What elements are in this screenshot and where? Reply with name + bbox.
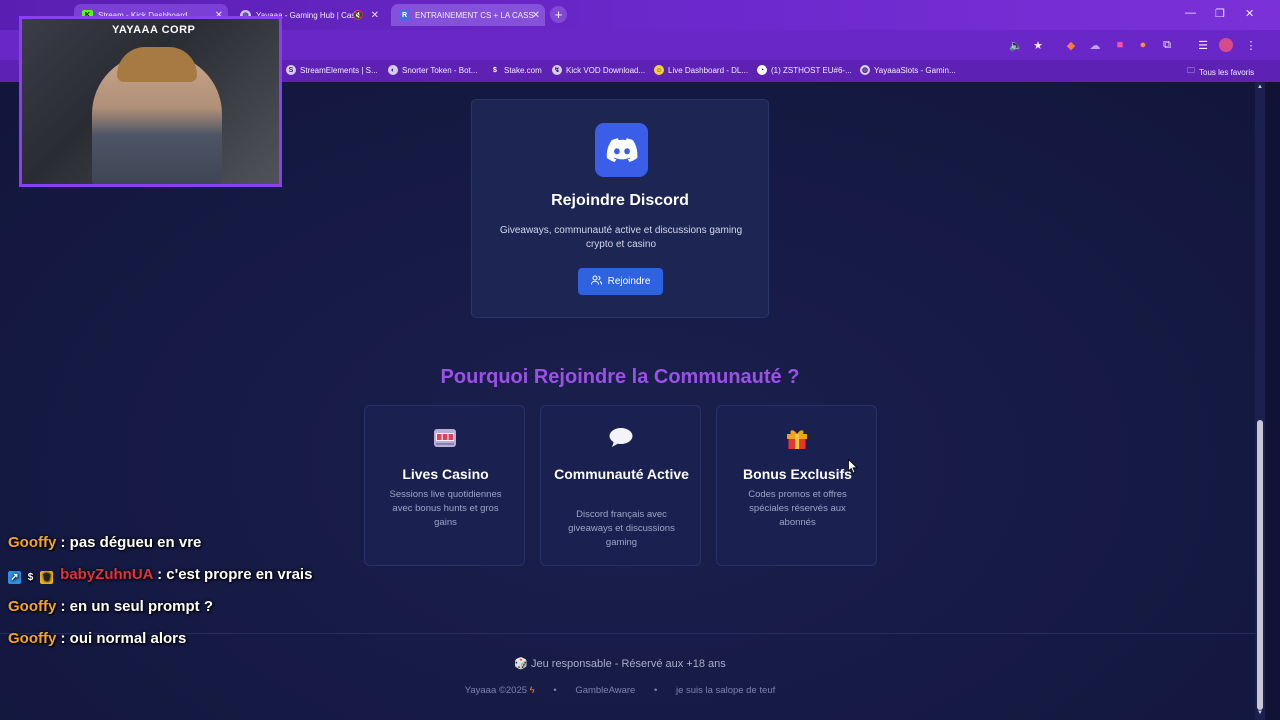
chat-message: Gooffy : en un seul prompt ? (8, 598, 213, 615)
snorter-icon: ◐ (388, 65, 398, 75)
extension-fox-icon[interactable]: ◆ (1064, 38, 1078, 52)
chat-text: : en un seul prompt ? (56, 598, 213, 615)
bookmark-live-dashboard[interactable]: ☺ Live Dashboard - DL... (654, 65, 748, 75)
footer-link-2[interactable]: je suis la salope de teuf (676, 685, 775, 696)
extension-pink-icon[interactable]: ■ (1113, 38, 1127, 52)
bookmark-label: StreamElements | S... (300, 65, 378, 75)
star-icon[interactable]: ★ (1031, 38, 1045, 52)
kick-vod-icon: ↯ (552, 65, 562, 75)
zsthost-icon: ◔ (757, 65, 767, 75)
bookmark-label: Snorter Token - Bot... (402, 65, 478, 75)
lightning-icon: ϟ (529, 685, 535, 696)
bookmark-kick-vod[interactable]: ↯ Kick VOD Download... (552, 65, 645, 75)
feature-description: Codes promos et offres spéciales réservé… (748, 489, 847, 528)
responsible-gaming-notice: 🎲 Jeu responsable - Réservé aux +18 ans (514, 658, 726, 670)
chat-username: Gooffy (8, 598, 57, 615)
speech-bubble-icon (541, 426, 700, 450)
gift-icon (717, 426, 876, 450)
feature-description: Discord français avec giveaways et discu… (568, 509, 675, 548)
scroll-up-icon[interactable]: ▲ (1256, 84, 1264, 90)
streamelements-icon: S (286, 65, 296, 75)
feature-card-bonus-exclusifs: Bonus Exclusifs Codes promos et offres s… (716, 405, 877, 566)
bookmark-streamelements[interactable]: S StreamElements | S... (286, 65, 378, 75)
feature-card-lives-casino: Lives Casino Sessions live quotidiennes … (364, 405, 525, 566)
discord-icon (595, 123, 648, 177)
muted-icon[interactable]: 🔇 (353, 10, 364, 21)
bookmark-label: (1) ZSTHOST EU#6-... (771, 65, 852, 75)
chat-username: babyZuhnUA (60, 566, 153, 583)
webcam-label: YAYAAA CORP (112, 24, 196, 36)
discord-title: Rejoindre Discord (551, 192, 689, 209)
chat-message: Gooffy : oui normal alors (8, 630, 186, 647)
feature-title: Lives Casino (402, 466, 489, 482)
webcam-overlay: YAYAAA CORP (19, 16, 282, 187)
feature-card-communaute-active: Communauté Active Discord français avec … (540, 405, 701, 566)
mute-icon[interactable]: 🔈 (1009, 38, 1023, 52)
folder-icon: 🗀 (1187, 66, 1195, 75)
badge-crown-icon: ♛ (40, 571, 53, 584)
tab-title: ENTRAINEMENT CS + LA CASS (415, 10, 534, 20)
menu-dots-icon[interactable]: ⋮ (1244, 38, 1258, 52)
close-icon[interactable]: ✕ (532, 10, 540, 21)
bullet-separator: • (653, 685, 658, 696)
dlive-icon: ☺ (654, 65, 664, 75)
chat-text: : oui normal alors (56, 630, 187, 647)
extensions-puzzle-icon[interactable]: ⧉ (1160, 38, 1174, 52)
r-icon: R (399, 9, 410, 21)
scroll-down-icon[interactable]: ▼ (1256, 710, 1264, 716)
why-join-heading: Pourquoi Rejoindre la Communauté ? (440, 366, 800, 388)
minimize-icon[interactable]: — (1185, 7, 1196, 19)
profile-avatar[interactable] (1219, 38, 1233, 52)
chat-message: ↗ $ ♛ babyZuhnUA : c'est propre en vrais (8, 566, 312, 584)
bookmark-zsthost[interactable]: ◔ (1) ZSTHOST EU#6-... (757, 65, 852, 75)
right-edge (1265, 82, 1280, 720)
bookmark-label: YayaaaSlots - Gamin... (874, 65, 956, 75)
scrollbar-thumb[interactable] (1257, 420, 1263, 710)
chat-username: Gooffy (8, 534, 57, 551)
restore-icon[interactable]: ❐ (1215, 7, 1225, 20)
feature-description: Sessions live quotidiennes avec bonus hu… (389, 489, 502, 528)
mouse-cursor-icon (848, 459, 858, 474)
footer-divider (0, 633, 1255, 634)
streamer-hair (117, 47, 197, 82)
page-scrollbar[interactable]: ▲ ▼ (1255, 82, 1265, 720)
bookmark-label: Kick VOD Download... (566, 65, 646, 75)
bookmark-snorter[interactable]: ◐ Snorter Token - Bot... (388, 65, 477, 75)
badge-dollar-icon: $ (27, 572, 34, 583)
extension-cloud-icon[interactable]: ☁ (1088, 38, 1102, 52)
users-icon (590, 275, 602, 288)
close-icon[interactable]: ✕ (371, 10, 379, 21)
bookmark-label: Live Dashboard - DL... (668, 65, 749, 75)
badge-arrow-icon: ↗ (8, 571, 21, 584)
copyright: Yayaaa ©2025 ϟ (465, 685, 535, 696)
footer-links: Yayaaa ©2025 ϟ • GambleAware • je suis l… (0, 685, 1240, 696)
bookmark-yayaaaslots[interactable]: ◍ YayaaaSlots - Gamin... (860, 65, 956, 75)
chat-username: Gooffy (8, 630, 57, 647)
slot-machine-icon (365, 426, 524, 450)
reading-list-icon[interactable]: ☰ (1196, 38, 1210, 52)
gambleaware-link[interactable]: GambleAware (575, 685, 635, 696)
copyright-text: Yayaaa ©2025 (464, 685, 528, 696)
feature-title: Communauté Active (554, 466, 689, 482)
join-discord-button[interactable]: Rejoindre (578, 268, 663, 295)
bookmark-label: Stake.com (504, 65, 542, 75)
new-tab-button[interactable]: + (550, 6, 567, 23)
all-favorites-label: Tous les favoris (1199, 67, 1255, 77)
bookmark-stake[interactable]: $ Stake.com (490, 65, 542, 75)
discord-card: Rejoindre Discord Giveaways, communauté … (471, 99, 769, 318)
join-button-label: Rejoindre (607, 276, 651, 287)
chat-text: : c'est propre en vrais (152, 566, 313, 583)
extension-orange-icon[interactable]: ● (1136, 38, 1150, 52)
chat-message: Gooffy : pas dégueu en vre (8, 534, 201, 551)
bullet-separator: • (553, 685, 557, 696)
stake-icon: $ (493, 66, 497, 74)
chat-text: : pas dégueu en vre (56, 534, 202, 551)
all-favorites[interactable]: 🗀 Tous les favoris (1187, 65, 1254, 79)
tab-entrainement[interactable]: R ENTRAINEMENT CS + LA CASS ✕ (391, 4, 545, 26)
window-close-icon[interactable]: ✕ (1245, 7, 1254, 20)
globe-icon: ◍ (860, 65, 870, 75)
discord-description: Giveaways, communauté active et discussi… (499, 225, 743, 250)
